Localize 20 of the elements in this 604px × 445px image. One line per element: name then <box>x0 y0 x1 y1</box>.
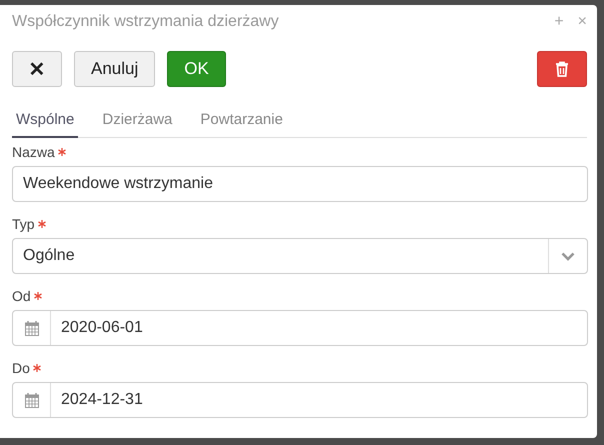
ok-button[interactable]: OK <box>167 51 226 87</box>
delete-button[interactable] <box>537 51 587 87</box>
trash-icon <box>555 61 569 77</box>
field-label: Nazwa <box>12 144 55 160</box>
select-field[interactable]: Ogólne <box>12 238 588 274</box>
calendar-icon <box>24 392 38 408</box>
date-field[interactable]: 2020-06-01 <box>12 310 588 346</box>
close-button[interactable]: ✕ <box>12 51 62 87</box>
field-label: Od <box>12 288 31 304</box>
tab[interactable]: Wspólne <box>12 107 78 138</box>
text-field[interactable]: Weekendowe wstrzymanie <box>12 166 588 202</box>
tab[interactable]: Powtarzanie <box>196 107 287 138</box>
tab[interactable]: Dzierżawa <box>98 107 176 138</box>
cancel-button[interactable]: Anuluj <box>74 51 156 87</box>
calendar-icon <box>24 320 38 336</box>
window-title: Współczynnik wstrzymania dzierżawy <box>12 13 280 31</box>
field-label: Typ <box>12 216 35 232</box>
field-label: Do <box>12 360 30 376</box>
date-field[interactable]: 2024-12-31 <box>12 382 588 418</box>
chevron-down-icon <box>561 252 575 260</box>
